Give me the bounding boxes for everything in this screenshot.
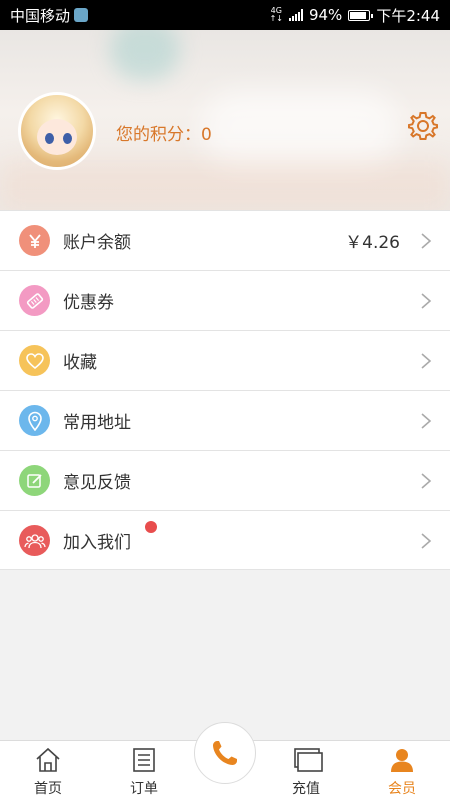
chevron-right-icon bbox=[421, 473, 432, 489]
tab-label: 会员 bbox=[388, 781, 416, 797]
battery-percent: 94% bbox=[308, 6, 343, 24]
clock: 下午2:44 bbox=[376, 6, 440, 25]
yen-icon bbox=[19, 225, 50, 256]
chevron-right-icon bbox=[421, 233, 432, 249]
network-indicator: 4G ↑↓ bbox=[270, 7, 283, 23]
avatar[interactable] bbox=[18, 92, 96, 170]
tab-recharge[interactable]: 充值 bbox=[266, 741, 346, 800]
profile-header: 您的积分：0 bbox=[0, 30, 450, 210]
sim-icon bbox=[74, 8, 89, 22]
menu-item-addresses[interactable]: 常用地址 bbox=[0, 390, 450, 450]
tab-orders[interactable]: 订单 bbox=[104, 741, 184, 800]
user-icon bbox=[391, 749, 413, 772]
call-button[interactable] bbox=[194, 722, 256, 784]
tab-home[interactable]: 首页 bbox=[8, 741, 88, 800]
phone-icon bbox=[213, 741, 237, 765]
points-label: 您的积分： bbox=[116, 125, 201, 145]
coupon-icon bbox=[19, 285, 50, 316]
chevron-right-icon bbox=[421, 413, 432, 429]
menu-label: 加入我们 bbox=[63, 532, 131, 553]
home-icon bbox=[36, 747, 60, 772]
chevron-right-icon bbox=[421, 533, 432, 549]
menu-label: 优惠券 bbox=[63, 293, 114, 313]
menu-item-coupons[interactable]: 优惠券 bbox=[0, 270, 450, 330]
edit-icon bbox=[19, 465, 50, 496]
recharge-icon bbox=[294, 748, 323, 772]
menu-item-feedback[interactable]: 意见反馈 bbox=[0, 450, 450, 510]
menu-label: 意见反馈 bbox=[63, 473, 131, 493]
menu-label: 常用地址 bbox=[63, 413, 131, 433]
member-menu: 账户余额 ￥4.26 优惠券 收藏 常用地址 意见反馈 加入我们 bbox=[0, 210, 450, 570]
chevron-right-icon bbox=[421, 353, 432, 369]
menu-item-balance[interactable]: 账户余额 ￥4.26 bbox=[0, 210, 450, 270]
carrier-info: 中国移动 bbox=[10, 5, 89, 26]
notification-dot bbox=[145, 521, 157, 533]
points-display: 您的积分：0 bbox=[116, 120, 212, 145]
menu-item-join-us[interactable]: 加入我们 bbox=[0, 510, 450, 570]
menu-label: 账户余额 bbox=[63, 233, 131, 253]
points-value: 0 bbox=[201, 125, 212, 145]
orders-icon bbox=[133, 748, 155, 772]
tab-label: 订单 bbox=[130, 781, 158, 797]
group-icon bbox=[19, 525, 50, 556]
heart-icon bbox=[19, 345, 50, 376]
tab-member[interactable]: 会员 bbox=[362, 741, 442, 800]
menu-label: 收藏 bbox=[63, 353, 97, 373]
data-arrows-icon: ↑↓ bbox=[269, 14, 283, 23]
status-bar: 中国移动 4G ↑↓ 94% 下午2:44 bbox=[0, 0, 450, 30]
balance-value: ￥4.26 bbox=[345, 233, 400, 253]
gear-icon[interactable] bbox=[407, 110, 439, 142]
menu-item-favorites[interactable]: 收藏 bbox=[0, 330, 450, 390]
tab-label: 充值 bbox=[292, 781, 320, 797]
signal-icon bbox=[288, 9, 303, 21]
carrier-name: 中国移动 bbox=[10, 6, 71, 25]
tab-label: 首页 bbox=[34, 781, 62, 797]
status-right: 4G ↑↓ 94% 下午2:44 bbox=[270, 5, 440, 26]
battery-icon bbox=[348, 9, 374, 21]
chevron-right-icon bbox=[421, 293, 432, 309]
location-pin-icon bbox=[19, 405, 50, 436]
